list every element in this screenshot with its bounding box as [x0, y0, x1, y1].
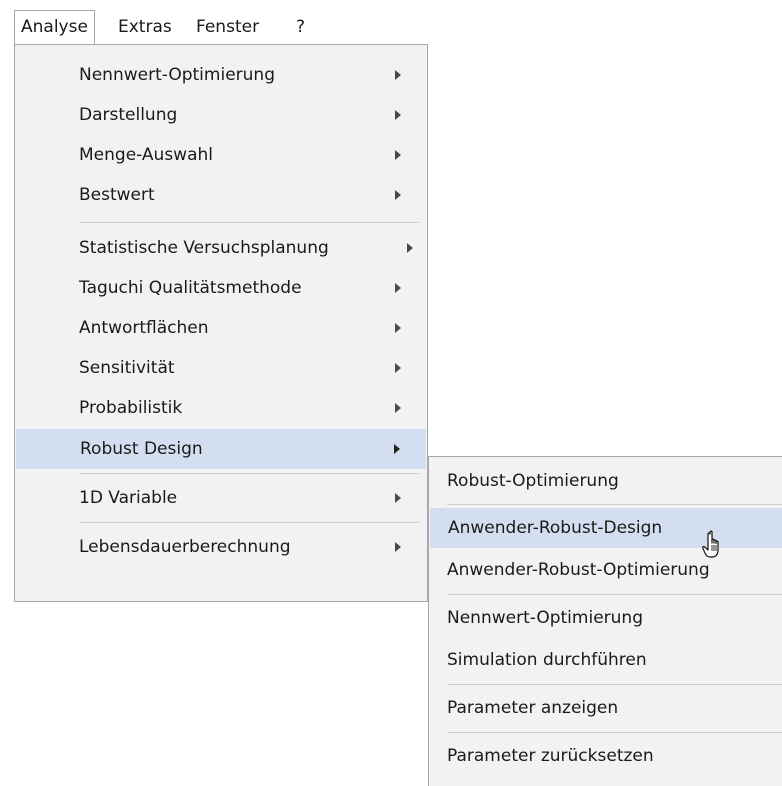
- menu-item-label: Lebensdauerberechnung: [79, 537, 291, 557]
- menu-item-sensitivitaet[interactable]: Sensitivität: [15, 348, 427, 388]
- submenu-arrow-icon: [395, 70, 401, 80]
- submenu-arrow-icon: [395, 323, 401, 333]
- menu-item-label: Statistische Versuchsplanung: [79, 238, 329, 258]
- menu-item-label: Sensitivität: [79, 358, 175, 378]
- menu-item-label: 1D Variable: [79, 488, 178, 508]
- submenu-item-robust-optimierung[interactable]: Robust-Optimierung: [429, 461, 782, 501]
- submenu-arrow-icon: [395, 493, 401, 503]
- menubar-analyse[interactable]: Analyse: [14, 10, 95, 44]
- submenu-arrow-icon: [395, 363, 401, 373]
- submenu-item-label: Nennwert-Optimierung: [447, 608, 643, 628]
- menubar-help[interactable]: ?: [296, 10, 305, 44]
- submenu-separator: [447, 504, 782, 505]
- menu-item-label: Menge-Auswahl: [79, 145, 213, 165]
- submenu-arrow-icon: [395, 283, 401, 293]
- menu-item-taguchi-qualitaetsmethode[interactable]: Taguchi Qualitätsmethode: [15, 268, 427, 308]
- hand-pointer-icon: [702, 530, 719, 558]
- submenu-item-label: Anwender-Robust-Design: [448, 518, 663, 538]
- menu-item-menge-auswahl[interactable]: Menge-Auswahl: [15, 135, 427, 175]
- submenu-item-anwender-robust-optimierung[interactable]: Anwender-Robust-Optimierung: [429, 550, 782, 590]
- menu-item-label: Darstellung: [79, 105, 178, 125]
- submenu-arrow-icon: [407, 243, 413, 253]
- submenu-item-label: Parameter zurücksetzen: [447, 746, 654, 766]
- submenu-arrow-icon: [395, 110, 401, 120]
- menu-separator: [79, 473, 419, 474]
- submenu-item-nennwert-optimierung[interactable]: Nennwert-Optimierung: [429, 598, 782, 638]
- menu-item-label: Probabilistik: [79, 398, 183, 418]
- menu-item-nennwert-optimierung[interactable]: Nennwert-Optimierung: [15, 55, 427, 95]
- analyse-dropdown-menu: Nennwert-Optimierung Darstellung Menge-A…: [14, 44, 428, 602]
- menu-item-robust-design[interactable]: Robust Design: [16, 429, 426, 469]
- submenu-separator: [447, 732, 782, 733]
- submenu-item-parameter-zuruecksetzen[interactable]: Parameter zurücksetzen: [429, 736, 782, 776]
- submenu-item-anwender-robust-design[interactable]: Anwender-Robust-Design: [430, 508, 782, 548]
- submenu-arrow-icon: [395, 542, 401, 552]
- submenu-arrow-icon: [395, 190, 401, 200]
- menu-item-bestwert[interactable]: Bestwert: [15, 175, 427, 215]
- submenu-arrow-icon: [395, 150, 401, 160]
- submenu-item-label: Parameter anzeigen: [447, 698, 619, 718]
- menu-item-label: Antwortflächen: [79, 318, 209, 338]
- submenu-item-parameter-anzeigen[interactable]: Parameter anzeigen: [429, 688, 782, 728]
- menu-item-lebensdauerberechnung[interactable]: Lebensdauerberechnung: [15, 527, 427, 567]
- menu-item-label: Robust Design: [80, 439, 203, 459]
- submenu-separator: [447, 594, 782, 595]
- submenu-arrow-icon: [395, 403, 401, 413]
- menu-item-label: Nennwert-Optimierung: [79, 65, 275, 85]
- menu-item-probabilistik[interactable]: Probabilistik: [15, 388, 427, 428]
- menu-item-label: Taguchi Qualitätsmethode: [79, 278, 302, 298]
- submenu-item-label: Simulation durchführen: [447, 650, 647, 670]
- submenu-item-simulation-durchfuehren[interactable]: Simulation durchführen: [429, 640, 782, 680]
- menubar-extras[interactable]: Extras: [118, 10, 172, 44]
- robust-design-submenu: Robust-Optimierung Anwender-Robust-Desig…: [428, 456, 782, 786]
- menubar-fenster[interactable]: Fenster: [196, 10, 259, 44]
- menu-item-statistische-versuchsplanung[interactable]: Statistische Versuchsplanung: [15, 228, 427, 268]
- submenu-separator: [447, 684, 782, 685]
- submenu-item-label: Robust-Optimierung: [447, 471, 619, 491]
- menu-item-1d-variable[interactable]: 1D Variable: [15, 478, 427, 518]
- menu-separator: [79, 222, 419, 223]
- menu-item-darstellung[interactable]: Darstellung: [15, 95, 427, 135]
- menu-separator: [79, 522, 419, 523]
- menu-bar: Analyse Extras Fenster ?: [14, 10, 782, 44]
- submenu-item-label: Anwender-Robust-Optimierung: [447, 560, 710, 580]
- submenu-arrow-icon: [394, 444, 400, 454]
- menu-item-label: Bestwert: [79, 185, 155, 205]
- menu-item-antwortflaechen[interactable]: Antwortflächen: [15, 308, 427, 348]
